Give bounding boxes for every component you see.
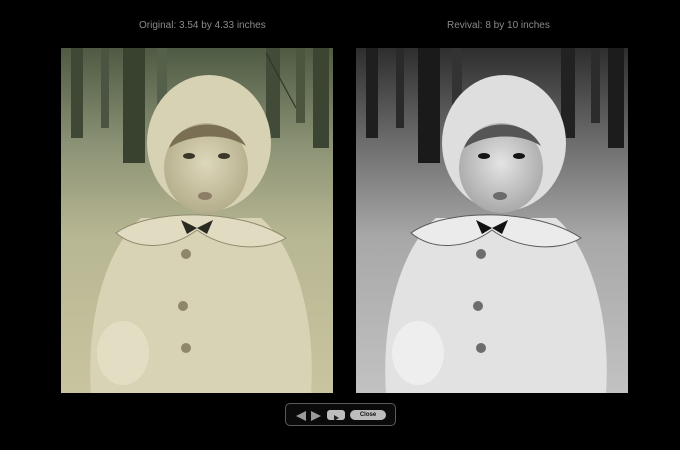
photo-comparison-viewer: Original: 3.54 by 4.33 inches Revival: 8…: [0, 0, 680, 450]
triangle-right-icon[interactable]: [310, 409, 322, 421]
original-caption: Original: 3.54 by 4.33 inches: [139, 20, 266, 31]
triangle-left-icon[interactable]: [295, 409, 307, 421]
slideshow-controls: Close: [285, 403, 396, 426]
close-button[interactable]: Close: [350, 410, 386, 420]
play-icon: [334, 415, 339, 421]
original-photo: [61, 48, 333, 393]
revival-caption: Revival: 8 by 10 inches: [447, 20, 550, 31]
revival-photo: [356, 48, 628, 393]
play-button[interactable]: [327, 410, 345, 421]
